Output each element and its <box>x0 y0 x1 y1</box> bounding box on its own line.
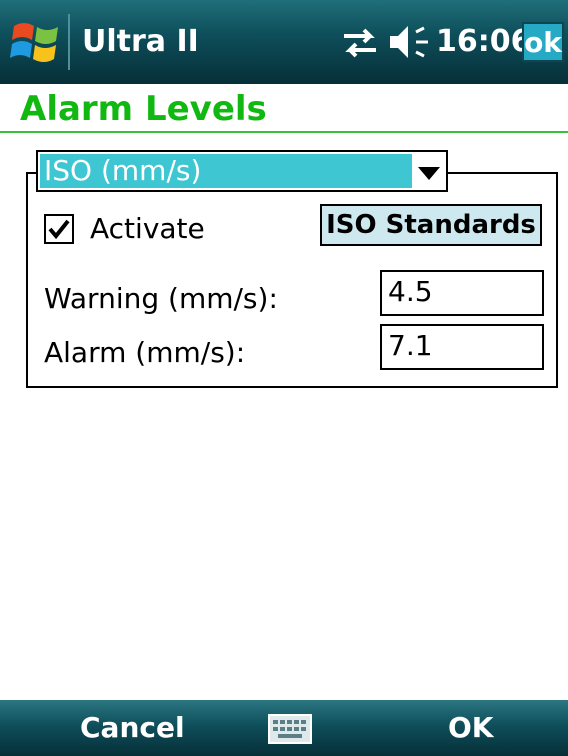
warning-label: Warning (mm/s): <box>44 282 278 315</box>
checkmark-icon <box>48 219 70 240</box>
title-separator <box>68 14 70 70</box>
ok-button[interactable]: ok <box>522 22 564 62</box>
cancel-softkey[interactable]: Cancel <box>80 710 185 746</box>
chevron-down-icon[interactable] <box>418 166 440 180</box>
mode-dropdown[interactable]: ISO (mm/s) <box>36 150 448 192</box>
mode-dropdown-value: ISO (mm/s) <box>40 154 412 188</box>
activate-checkbox[interactable] <box>44 214 74 244</box>
warning-input[interactable]: 4.5 <box>380 270 544 316</box>
title-divider <box>0 131 568 133</box>
volume-icon[interactable] <box>388 24 432 60</box>
windows-start-icon[interactable] <box>10 16 60 68</box>
alarm-input[interactable]: 7.1 <box>380 324 544 370</box>
alarm-label: Alarm (mm/s): <box>44 336 246 369</box>
connectivity-icon[interactable] <box>340 22 380 62</box>
app-title: Ultra II <box>82 24 199 59</box>
iso-standards-button[interactable]: ISO Standards <box>320 204 542 246</box>
clock[interactable]: 16:06 <box>436 24 532 60</box>
activate-label[interactable]: Activate <box>90 212 205 246</box>
page-title: Alarm Levels <box>20 89 267 129</box>
ok-softkey[interactable]: OK <box>448 710 494 746</box>
keyboard-icon[interactable] <box>268 714 312 744</box>
